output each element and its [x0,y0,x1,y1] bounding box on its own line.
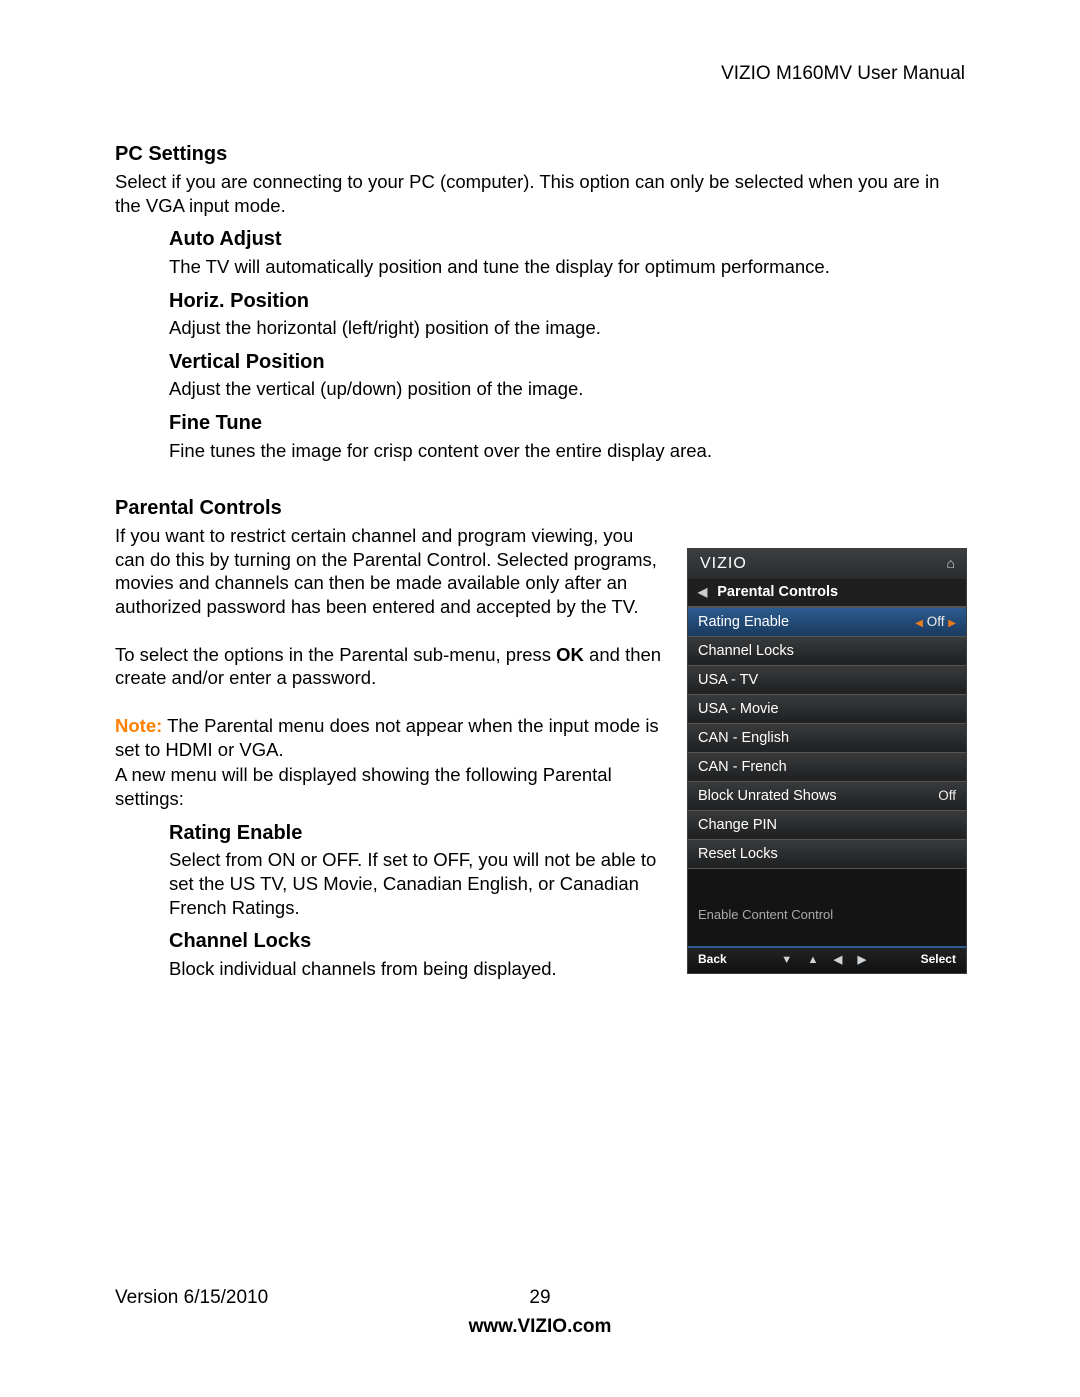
rating-enable-body: Select from ON or OFF. If set to OFF, yo… [169,848,663,919]
triangle-right-icon[interactable]: ▶ [858,954,866,966]
footer-site: www.VIZIO.com [115,1315,965,1339]
osd-brand-bar: VIZIO ⌂ [688,549,966,579]
osd-nav-bar: Back ▼ ▲ ◀ ▶ Select [688,946,966,973]
triangle-up-icon[interactable]: ▲ [808,954,819,966]
osd-row-reset-locks[interactable]: Reset Locks [688,839,966,868]
parental-text-column: If you want to restrict certain channel … [115,522,687,981]
osd-row-label: Block Unrated Shows [698,787,837,806]
parental-p2: To select the options in the Parental su… [115,643,663,690]
osd-back-label[interactable]: Back [698,952,727,967]
osd-screenshot: VIZIO ⌂ ◀ Parental Controls Rating Enabl… [687,548,965,974]
osd-row-rating-enable[interactable]: Rating Enable ◀ Off ▶ [688,607,966,636]
osd-row-label: Rating Enable [698,613,789,632]
chevron-left-icon: ◀ [698,585,707,600]
heading-pc-settings: PC Settings [115,142,965,168]
home-icon[interactable]: ⌂ [947,555,956,573]
page-footer: Version 6/15/2010 29 www.VIZIO.com [115,1286,965,1339]
note-body: The Parental menu does not appear when t… [115,715,659,760]
osd-row-block-unrated[interactable]: Block Unrated Shows Off [688,781,966,810]
chevron-right-icon: ▶ [948,618,956,629]
auto-adjust-body: The TV will automatically position and t… [169,255,965,279]
osd-row-value: ◀ Off ▶ [915,613,956,631]
osd-nav-arrows: ▼ ▲ ◀ ▶ [775,952,872,967]
osd-row-can-french[interactable]: CAN - French [688,752,966,781]
heading-horiz-position: Horiz. Position [169,289,965,315]
osd-row-label: CAN - French [698,758,787,777]
heading-auto-adjust: Auto Adjust [169,227,965,253]
note-label: Note: [115,715,162,736]
osd-breadcrumb[interactable]: ◀ Parental Controls [688,579,966,607]
heading-fine-tune: Fine Tune [169,411,965,437]
parental-two-column: If you want to restrict certain channel … [115,522,965,981]
osd-select-label[interactable]: Select [921,952,956,967]
footer-page-number: 29 [115,1286,965,1310]
osd-breadcrumb-label: Parental Controls [717,583,838,602]
pc-settings-intro: Select if you are connecting to your PC … [115,170,965,217]
osd-row-label: CAN - English [698,729,789,748]
parental-p2a: To select the options in the Parental su… [115,644,556,665]
triangle-left-icon[interactable]: ◀ [834,954,842,966]
fine-tune-body: Fine tunes the image for crisp content o… [169,439,965,463]
parental-p2-ok: OK [556,644,584,665]
channel-locks-body: Block individual channels from being dis… [169,957,663,981]
osd-row-channel-locks[interactable]: Channel Locks [688,636,966,665]
osd-row-label: USA - Movie [698,700,779,719]
osd-panel: VIZIO ⌂ ◀ Parental Controls Rating Enabl… [687,548,967,974]
triangle-down-icon[interactable]: ▼ [781,954,792,966]
osd-row-label: Reset Locks [698,845,778,864]
chevron-left-icon: ◀ [915,618,923,629]
osd-row-label: Channel Locks [698,642,794,661]
heading-vertical-position: Vertical Position [169,350,965,376]
osd-row-usa-tv[interactable]: USA - TV [688,665,966,694]
osd-row-can-english[interactable]: CAN - English [688,723,966,752]
heading-rating-enable: Rating Enable [169,821,663,847]
osd-value-text: Off [927,614,945,629]
osd-row-usa-movie[interactable]: USA - Movie [688,694,966,723]
manual-page: VIZIO M160MV User Manual PC Settings Sel… [0,0,1080,1397]
heading-parental-controls: Parental Controls [115,496,965,522]
osd-row-value: Off [938,787,956,804]
heading-channel-locks: Channel Locks [169,929,663,955]
osd-helper-text: Enable Content Control [688,868,966,946]
parental-p3: A new menu will be displayed showing the… [115,763,663,810]
osd-row-change-pin[interactable]: Change PIN [688,810,966,839]
vertical-position-body: Adjust the vertical (up/down) position o… [169,377,965,401]
parental-note: Note: The Parental menu does not appear … [115,714,663,761]
parental-p1: If you want to restrict certain channel … [115,524,663,619]
osd-row-label: Change PIN [698,816,777,835]
osd-row-label: USA - TV [698,671,758,690]
document-header: VIZIO M160MV User Manual [115,62,965,86]
osd-brand: VIZIO [700,554,747,574]
horiz-position-body: Adjust the horizontal (left/right) posit… [169,316,965,340]
